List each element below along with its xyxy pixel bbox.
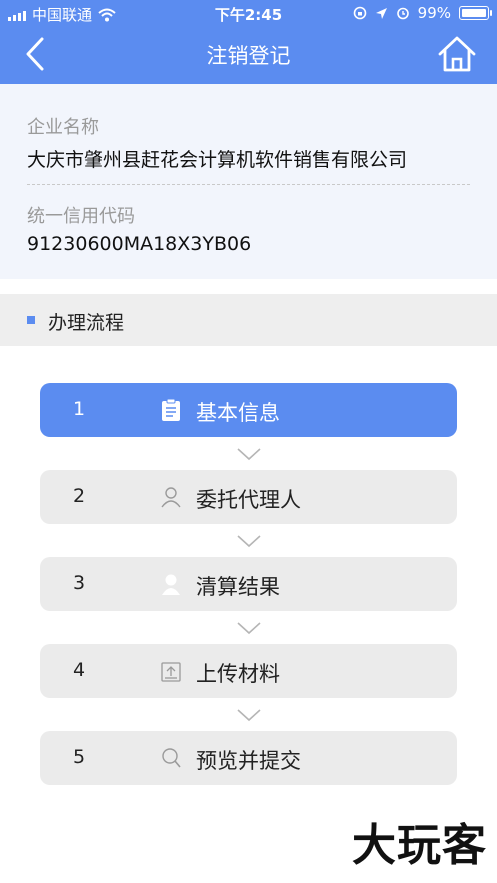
company-info-card: 企业名称 大庆市肇州县赶花会计算机软件销售有限公司 统一信用代码 9123060… [0,84,497,279]
home-button[interactable] [437,34,477,74]
step-agent[interactable]: 2 委托代理人 [40,470,457,524]
step-label: 委托代理人 [196,488,301,512]
top-bar: 中国联通 下午2:45 99% 注销登记 [0,0,497,84]
step-number: 5 [73,746,86,768]
step-label: 基本信息 [196,401,280,425]
step-number: 3 [73,572,86,594]
step-preview-submit[interactable]: 5 预览并提交 [40,731,457,785]
person-outline-icon [161,487,181,508]
search-icon [162,748,181,768]
watermark-logo: 大玩客 [352,820,487,871]
step-label: 清算结果 [196,575,280,599]
battery-icon [459,6,492,20]
company-name-value: 大庆市肇州县赶花会计算机软件销售有限公司 [27,149,408,171]
step-basic-info[interactable]: 1 基本信息 [40,383,457,437]
step-label: 预览并提交 [196,749,301,773]
location-icon [375,7,387,19]
company-name-label: 企业名称 [27,117,99,138]
process-section-header: 办理流程 [0,294,497,346]
chevron-down-icon [237,709,261,722]
section-title: 办理流程 [48,312,125,334]
clipboard-icon [162,398,180,421]
battery-percent: 99% [417,4,451,22]
step-number: 1 [73,398,86,420]
chevron-down-icon [237,535,261,548]
step-liquidation-result[interactable]: 3 清算结果 [40,557,457,611]
step-number: 2 [73,485,86,507]
section-marker [27,316,35,324]
step-label: 上传材料 [196,662,280,686]
person-icon [162,574,180,595]
step-number: 4 [73,659,86,681]
alarm-icon [396,7,409,20]
status-right: 99% [353,4,492,22]
page-title: 注销登记 [206,44,291,68]
credit-code-value: 91230600MA18X3YB06 [27,233,252,255]
upload-icon [161,662,181,682]
rotation-lock-icon [353,6,366,20]
credit-code-label: 统一信用代码 [27,206,135,227]
chevron-down-icon [237,622,261,635]
step-upload-materials[interactable]: 4 上传材料 [40,644,457,698]
status-bar: 中国联通 下午2:45 99% [0,0,497,28]
chevron-down-icon [237,448,261,461]
divider [27,184,470,185]
